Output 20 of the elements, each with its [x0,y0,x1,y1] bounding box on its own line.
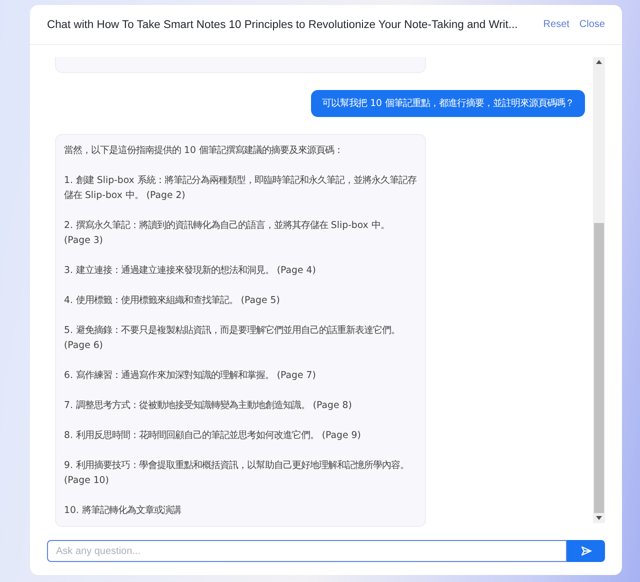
message-text: 當然，以下是這份指南提供的 10 個筆記撰寫建議的摘要及來源頁碼： [64,144,344,158]
send-button[interactable] [567,540,605,562]
message-text: 6. 寫作練習：通過寫作來加深對知識的理解和掌握。 (Page 7) [64,369,317,383]
message-text: 3. 建立連接：通過建立連接來發現新的想法和洞見。 (Page 4) [64,264,317,278]
message-text: 10. 將筆記轉化為文章或演講 [64,504,182,518]
message-text: 2. 撰寫永久筆記：將讀到的資訊轉化為自己的語言，並將其存儲在 Slip-box 中。 (Page 3) [64,219,390,248]
message-text: 7. 調整思考方式：從被動地接受知識轉變為主動地創造知識。 (Page 8) [64,399,353,413]
message-text: 4. 使用標籤：使用標籤來組織和查找筆記。 (Page 5) [64,294,281,308]
send-icon [580,546,592,556]
scrollbar[interactable] [593,57,605,523]
message-text: 可以幫我把 10 個筆記重點，都進行摘要，並註明來源頁碼嗎？ [322,97,574,111]
question-input[interactable]: Ask any question... [47,540,567,562]
reset-link[interactable]: Reset [543,19,570,30]
dialog-title: Chat with How To Take Smart Notes 10 Principles to Revolutionize Your Note-Taking and Writ... [47,18,519,30]
message-text: 1. 創建 Slip-box 系統：將筆記分為兩種類型，即臨時筆記和永久筆記，並將永久筆記存儲在 Slip-box 中。 (Page 2) [64,174,417,203]
scrollbar-thumb[interactable] [594,223,604,513]
message-text: 5. 避免摘錄：不要只是複製粘貼資訊，而是要理解它們並用自己的話重新表達它們。 (Page 6) [64,324,401,353]
message-text: 9. 利用摘要技巧：學會提取重點和概括資訊，以幫助自己更好地理解和記憶所學內容。 (Page 10) [64,459,410,488]
close-link[interactable]: Close [579,19,605,30]
message-text: 8. 利用反思時間：花時間回顧自己的筆記並思考如何改進它們。 (Page 9) [64,429,362,443]
